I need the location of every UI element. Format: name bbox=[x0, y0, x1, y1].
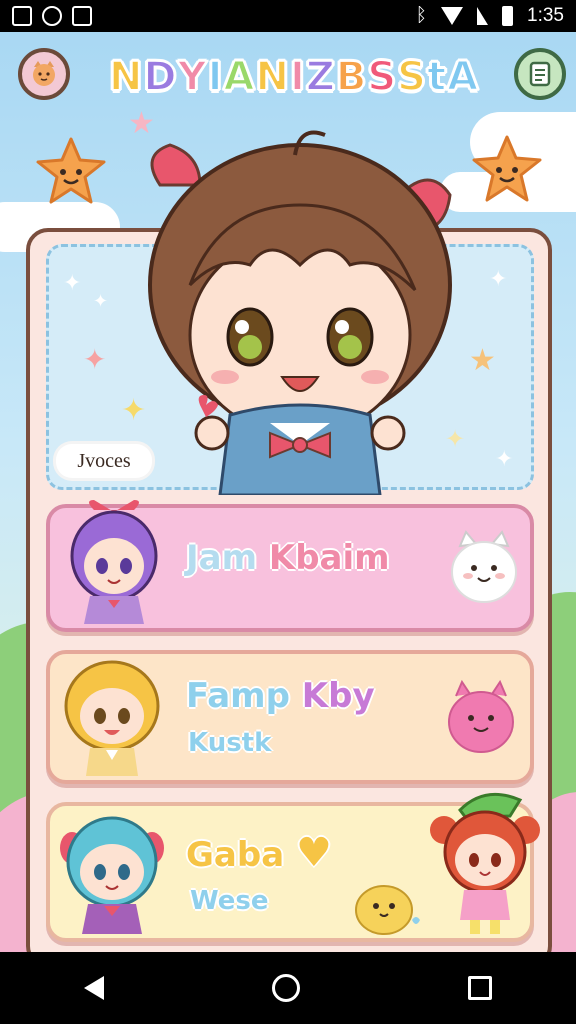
back-icon[interactable] bbox=[84, 976, 104, 1000]
title-letter: N bbox=[108, 53, 144, 101]
menu-list-icon bbox=[529, 61, 551, 87]
white-cat-plush-icon bbox=[451, 530, 517, 603]
sparkle-icon: ✦ bbox=[495, 447, 514, 472]
orange-star-mascot-icon bbox=[472, 135, 542, 202]
character-card[interactable]: Famp Kby Kustk bbox=[46, 650, 534, 784]
title-letter: Z bbox=[305, 53, 336, 101]
home-icon[interactable] bbox=[272, 974, 300, 1002]
title-letter: D bbox=[142, 53, 178, 101]
character-name: Famp Kby bbox=[186, 676, 375, 716]
sparkle-icon: ✦ bbox=[63, 271, 82, 296]
cat-face-icon bbox=[33, 61, 55, 86]
title-letter: I bbox=[207, 53, 224, 101]
wifi-icon bbox=[441, 7, 464, 25]
orange-star-mascot-icon bbox=[36, 137, 106, 204]
sparkle-icon: ✦ bbox=[489, 267, 508, 292]
character-card[interactable]: Jam Kbaim bbox=[46, 500, 534, 632]
pink-blob-icon bbox=[448, 679, 514, 753]
cell-signal-icon bbox=[477, 7, 489, 25]
battery-icon bbox=[502, 6, 514, 26]
sparkle-icon: ✦ bbox=[93, 291, 109, 312]
title-letter: S bbox=[366, 53, 398, 101]
blue-hair-girl-avatar bbox=[60, 816, 164, 934]
sync-notification-icon bbox=[42, 6, 62, 26]
title-letter: t bbox=[426, 53, 448, 101]
character-name-word: Famp bbox=[186, 676, 290, 716]
status-bar: ᛒ 1:35 bbox=[0, 0, 576, 32]
blonde-hair-boy-avatar bbox=[64, 660, 160, 776]
heart-icon: ♥ bbox=[295, 830, 332, 876]
character-name-word: Jam bbox=[186, 538, 258, 578]
character-name-word: Kbaim bbox=[257, 538, 390, 578]
app-notification-icon bbox=[72, 6, 92, 26]
bluetooth-icon: ᛒ bbox=[415, 5, 428, 26]
app-title: NDYIANIZBSStA bbox=[104, 46, 484, 108]
title-letter: B bbox=[335, 53, 368, 101]
title-letter: N bbox=[254, 53, 290, 101]
character-name: Gaba ♥ bbox=[186, 830, 332, 876]
title-letter: A bbox=[446, 53, 480, 101]
character-name-word: Gaba bbox=[186, 835, 285, 875]
gallery-notification-icon bbox=[12, 6, 32, 26]
red-hair-girl-avatar bbox=[430, 792, 540, 934]
featured-chibi-character bbox=[148, 130, 452, 495]
recents-icon[interactable] bbox=[468, 976, 492, 1000]
featured-character-tag[interactable]: Jvoces bbox=[56, 444, 152, 478]
system-navigation-bar bbox=[0, 952, 576, 1024]
character-subtitle: Wese bbox=[190, 886, 269, 916]
sparkle-icon: ★ bbox=[469, 343, 496, 378]
character-card[interactable]: Gaba ♥ Wese bbox=[46, 792, 540, 942]
sparkle-icon: ✦ bbox=[83, 343, 107, 376]
title-letter: A bbox=[222, 53, 256, 101]
title-letter: I bbox=[289, 53, 306, 101]
clock: 1:35 bbox=[527, 5, 564, 26]
character-subtitle: Kustk bbox=[188, 728, 272, 758]
menu-button[interactable] bbox=[514, 48, 566, 100]
purple-hair-girl-avatar bbox=[70, 500, 158, 624]
profile-button[interactable] bbox=[18, 48, 70, 100]
character-name-word: Kby bbox=[289, 676, 375, 716]
yellow-chick-icon bbox=[355, 885, 420, 935]
title-letter: S bbox=[396, 53, 427, 101]
title-letter: Y bbox=[177, 53, 208, 101]
character-name: Jam Kbaim bbox=[186, 538, 390, 578]
